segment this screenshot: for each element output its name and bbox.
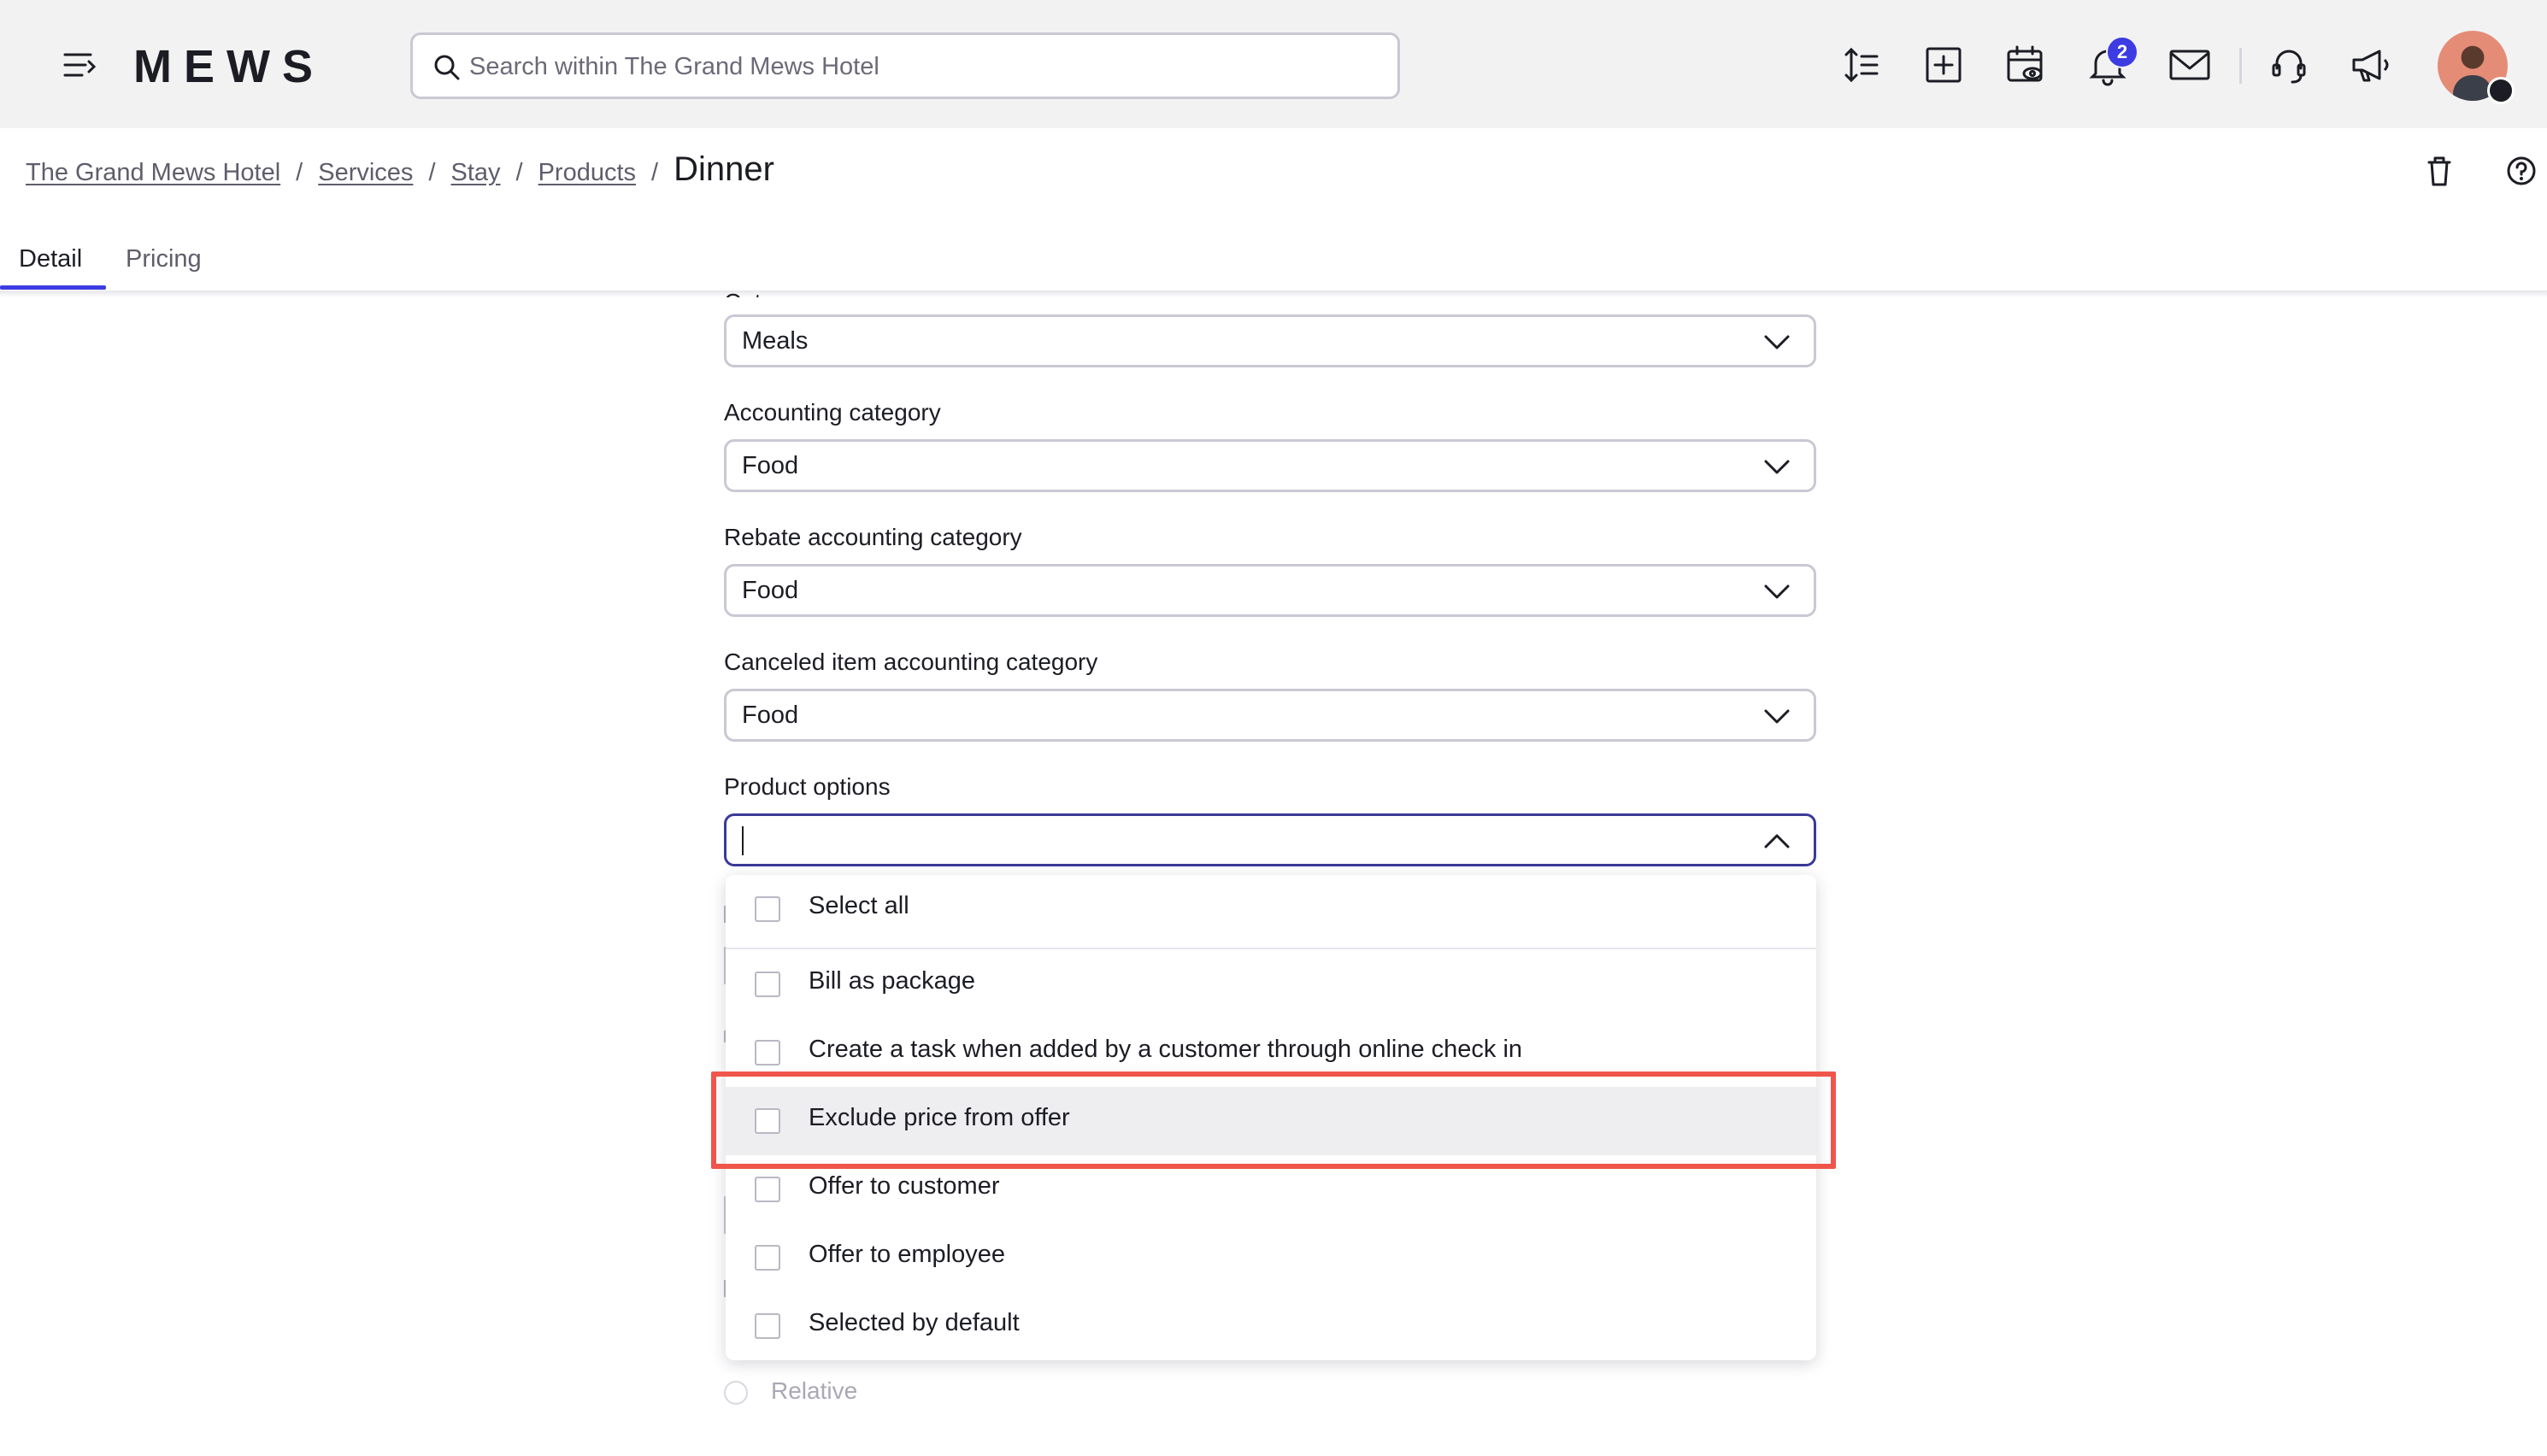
- canceled-item-accounting-category-select[interactable]: Food: [724, 689, 1816, 742]
- status-indicator: [2487, 77, 2515, 104]
- checkbox[interactable]: [755, 1313, 780, 1339]
- search-input[interactable]: [468, 44, 1385, 90]
- breadcrumb-link-services[interactable]: Services: [318, 159, 413, 187]
- breadcrumb-link-products[interactable]: Products: [538, 159, 636, 187]
- mail-icon[interactable]: [2168, 43, 2212, 87]
- breadcrumb: The Grand Mews Hotel / Services / Stay /…: [26, 150, 774, 193]
- active-tab-indicator: [0, 285, 106, 290]
- accounting-category-label: Accounting category: [724, 399, 941, 426]
- chevron-down-icon: [1764, 584, 1790, 599]
- chevron-down-icon: [1764, 460, 1790, 474]
- checkbox[interactable]: [755, 972, 780, 997]
- notification-count-badge: 2: [2106, 36, 2138, 68]
- checkbox[interactable]: [755, 1177, 780, 1202]
- chevron-down-icon: [1764, 335, 1790, 349]
- option-bill-as-package[interactable]: Bill as package: [726, 950, 1816, 1019]
- search-bar[interactable]: [410, 32, 1400, 99]
- breadcrumb-separator: /: [296, 159, 303, 186]
- category-label: Category: [724, 275, 821, 297]
- option-selected-by-default[interactable]: Selected by default: [726, 1292, 1816, 1360]
- checkbox[interactable]: [755, 1245, 780, 1271]
- option-select-all[interactable]: Select all: [726, 875, 1816, 943]
- menu-icon[interactable]: [62, 50, 99, 84]
- page-title: Dinner: [674, 150, 774, 188]
- option-label: Selected by default: [809, 1309, 1020, 1336]
- breadcrumb-link-stay[interactable]: Stay: [451, 159, 501, 187]
- accounting-category-select[interactable]: Food: [724, 439, 1816, 492]
- rebate-accounting-category-label: Rebate accounting category: [724, 524, 1022, 550]
- relative-radio-label: Relative: [771, 1377, 858, 1404]
- rebate-accounting-category-value: Food: [742, 577, 799, 604]
- option-label: Create a task when added by a customer t…: [809, 1036, 1523, 1063]
- mews-logo[interactable]: MEWS: [133, 39, 325, 94]
- tab-detail[interactable]: Detail: [19, 238, 82, 280]
- text-cursor: [742, 826, 744, 855]
- annotation-highlight-box: [711, 1071, 1836, 1169]
- product-options-label: Product options: [724, 773, 891, 800]
- calendar-view-icon[interactable]: [2003, 43, 2048, 87]
- option-label: Select all: [809, 892, 909, 919]
- header-divider: [0, 291, 2547, 297]
- chevron-down-icon: [1764, 709, 1790, 724]
- breadcrumb-link-hotel[interactable]: The Grand Mews Hotel: [26, 159, 280, 187]
- top-bar: MEWS 2: [0, 0, 2547, 128]
- rebate-accounting-category-select[interactable]: Food: [724, 564, 1816, 617]
- tab-pricing[interactable]: Pricing: [126, 238, 202, 280]
- sort-icon[interactable]: [1839, 43, 1884, 87]
- product-options-select[interactable]: [724, 813, 1816, 866]
- category-value: Meals: [742, 327, 809, 355]
- option-label: Offer to customer: [809, 1172, 1000, 1200]
- tab-bar: Detail Pricing: [0, 222, 2547, 292]
- megaphone-icon[interactable]: [2349, 43, 2393, 87]
- toolbar-divider: [2239, 48, 2242, 84]
- option-label: Offer to employee: [809, 1241, 1005, 1268]
- dropdown-divider: [726, 948, 1816, 949]
- accounting-category-value: Food: [742, 452, 799, 479]
- headset-icon[interactable]: [2267, 43, 2311, 87]
- breadcrumb-separator: /: [428, 159, 436, 186]
- canceled-item-accounting-category-label: Canceled item accounting category: [724, 649, 1098, 675]
- help-icon[interactable]: [2503, 152, 2540, 190]
- option-offer-to-employee[interactable]: Offer to employee: [726, 1224, 1816, 1292]
- checkbox[interactable]: [755, 1040, 780, 1066]
- relative-radio[interactable]: [724, 1381, 748, 1405]
- trash-icon[interactable]: [2421, 152, 2458, 190]
- option-label: Bill as package: [809, 967, 976, 995]
- add-icon[interactable]: [1921, 43, 1966, 87]
- search-icon: [434, 55, 460, 80]
- category-select[interactable]: Meals: [724, 314, 1816, 367]
- chevron-up-icon: [1764, 834, 1790, 848]
- checkbox[interactable]: [755, 896, 780, 922]
- breadcrumb-separator: /: [515, 159, 523, 186]
- breadcrumb-separator: /: [651, 159, 659, 186]
- canceled-item-accounting-category-value: Food: [742, 702, 799, 729]
